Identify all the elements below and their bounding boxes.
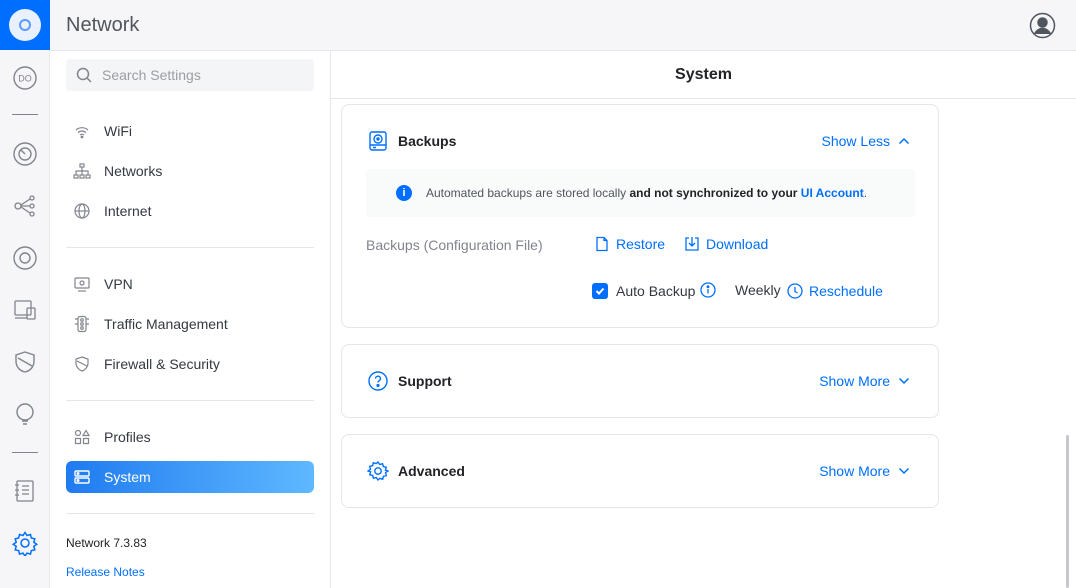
- search-icon: [76, 67, 92, 83]
- notice-bold-text: and not synchronized to your: [629, 186, 801, 200]
- auto-backup-checkbox[interactable]: [592, 283, 608, 299]
- advanced-card[interactable]: Advanced Show More: [341, 434, 939, 508]
- nav-item-label: VPN: [104, 276, 133, 292]
- system-icon: [72, 467, 92, 487]
- settings-nav: WiFi Networks Internet VPN Traffic Manag…: [50, 51, 331, 588]
- restore-label: Restore: [616, 236, 666, 252]
- nav-item-label: Networks: [104, 163, 163, 179]
- devices-icon[interactable]: [12, 245, 38, 271]
- top-bar: Network: [50, 0, 1076, 51]
- app-title: Network: [66, 14, 140, 36]
- vpn-icon: [72, 274, 92, 294]
- download-button[interactable]: Download: [684, 236, 768, 252]
- wifi-icon: [72, 121, 92, 141]
- chevron-down-icon: [898, 377, 910, 385]
- backups-show-less-button[interactable]: Show Less: [822, 133, 910, 149]
- backups-config-label: Backups (Configuration File): [366, 237, 543, 253]
- backup-frequency: Weekly: [735, 282, 781, 298]
- nav-item-firewall-security[interactable]: Firewall & Security: [66, 348, 314, 380]
- support-card[interactable]: Support Show More: [341, 344, 939, 418]
- insights-icon[interactable]: [12, 401, 38, 427]
- checkmark-icon: [595, 287, 605, 295]
- page-title: System: [331, 51, 1076, 99]
- clock-icon: [787, 283, 803, 299]
- nav-item-traffic-management[interactable]: Traffic Management: [66, 308, 314, 340]
- restore-button[interactable]: Restore: [594, 236, 665, 252]
- auto-backup-label: Auto Backup: [616, 283, 696, 299]
- release-notes-link[interactable]: Release Notes: [66, 565, 145, 579]
- nav-item-networks[interactable]: Networks: [66, 155, 314, 187]
- security-icon[interactable]: [12, 349, 38, 375]
- nav-item-label: Traffic Management: [104, 316, 228, 332]
- file-icon: [596, 236, 608, 252]
- nav-item-label: Internet: [104, 203, 152, 219]
- backup-drive-icon: [367, 130, 389, 152]
- support-title: Support: [398, 373, 452, 389]
- networks-icon: [72, 161, 92, 181]
- scrollbar[interactable]: [1066, 435, 1069, 588]
- shield-icon: [72, 354, 92, 374]
- profiles-icon: [72, 427, 92, 447]
- nav-item-label: Profiles: [104, 429, 151, 445]
- backups-title: Backups: [398, 133, 457, 149]
- chevron-up-icon: [898, 137, 910, 145]
- support-show-more-button[interactable]: Show More: [819, 373, 910, 389]
- toggle-label: Show More: [819, 373, 890, 389]
- toggle-label: Show Less: [821, 133, 890, 149]
- app-rail: DO: [0, 0, 50, 588]
- nav-item-profiles[interactable]: Profiles: [66, 421, 314, 453]
- backups-card: Backups Show Less i Automated backups ar…: [341, 104, 939, 328]
- svg-text:DO: DO: [18, 74, 32, 84]
- traffic-icon: [72, 314, 92, 334]
- toggle-label: Show More: [819, 463, 890, 479]
- download-icon: [685, 237, 699, 251]
- nav-item-label: System: [104, 469, 151, 485]
- advanced-title: Advanced: [398, 463, 465, 479]
- ui-account-link[interactable]: UI Account: [801, 186, 864, 200]
- unifi-logo-icon[interactable]: [0, 0, 50, 50]
- nav-item-label: Firewall & Security: [104, 356, 220, 372]
- topology-icon[interactable]: [12, 193, 38, 219]
- nav-separator: [66, 400, 314, 401]
- reschedule-button[interactable]: Reschedule: [787, 283, 883, 299]
- gear-icon: [366, 460, 390, 482]
- nav-separator: [66, 513, 314, 514]
- chevron-down-icon: [898, 467, 910, 475]
- help-icon: [367, 370, 389, 392]
- nav-item-wifi[interactable]: WiFi: [66, 115, 314, 147]
- backup-notice: i Automated backups are stored locally a…: [366, 169, 915, 217]
- settings-icon[interactable]: [12, 530, 38, 556]
- rail-divider: [12, 452, 38, 453]
- rail-divider: [12, 114, 38, 115]
- download-label: Download: [706, 236, 769, 252]
- nav-item-label: WiFi: [104, 123, 132, 139]
- nav-item-vpn[interactable]: VPN: [66, 268, 314, 300]
- dashboard-icon[interactable]: DO: [12, 65, 38, 91]
- search-input[interactable]: [100, 66, 300, 84]
- auto-backup-info-icon[interactable]: [700, 282, 722, 298]
- nav-separator: [66, 247, 314, 248]
- search-box[interactable]: [66, 59, 314, 91]
- notice-text: Automated backups are stored locally: [426, 186, 630, 200]
- info-icon: i: [396, 185, 412, 201]
- user-avatar-icon[interactable]: [1029, 12, 1056, 39]
- reschedule-label: Reschedule: [809, 283, 883, 299]
- nav-item-internet[interactable]: Internet: [66, 195, 314, 227]
- notice-suffix: .: [863, 186, 868, 200]
- advanced-show-more-button[interactable]: Show More: [819, 463, 910, 479]
- globe-icon: [72, 201, 92, 221]
- nav-item-system[interactable]: System: [66, 461, 314, 493]
- logs-icon[interactable]: [12, 478, 38, 504]
- dashboard-gauge-icon[interactable]: [12, 141, 38, 167]
- client-devices-icon[interactable]: [12, 297, 38, 323]
- app-version: Network 7.3.83: [66, 536, 147, 550]
